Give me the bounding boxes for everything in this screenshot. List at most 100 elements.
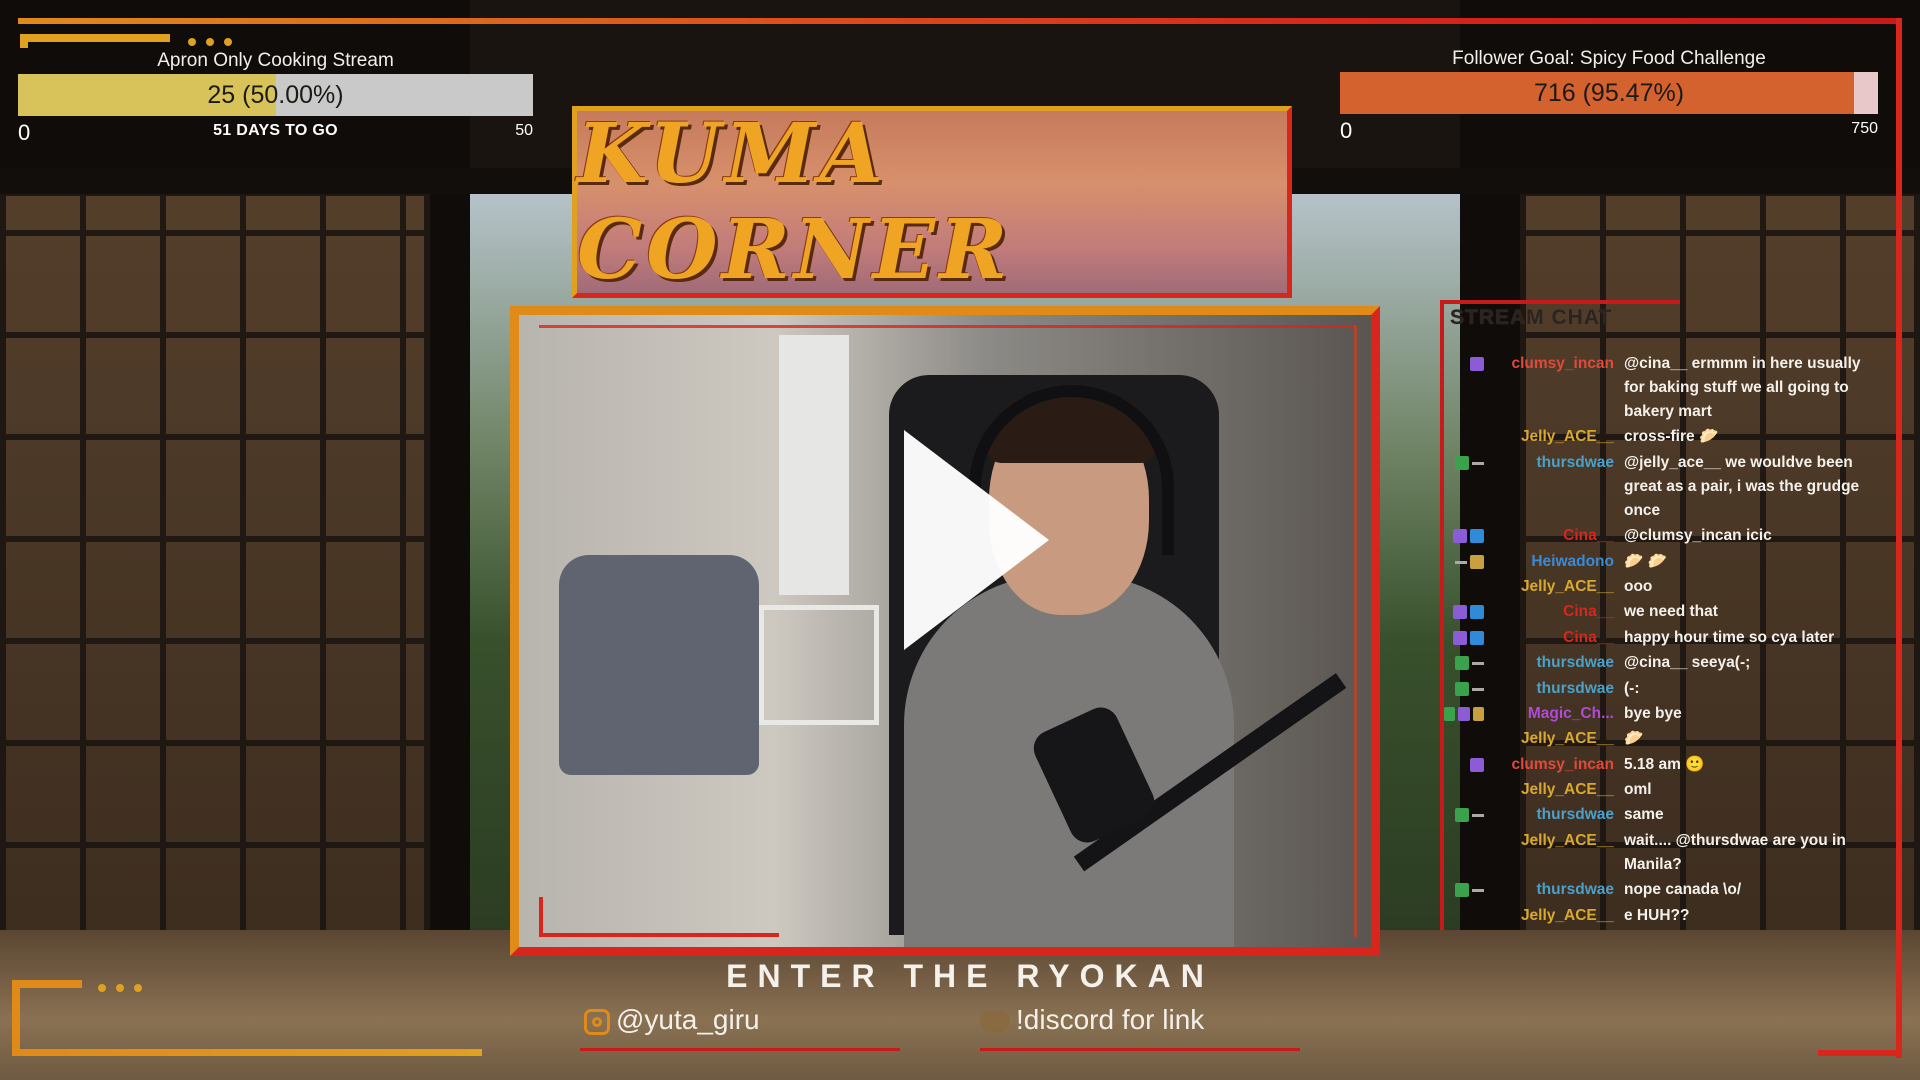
- chat-badges: [1444, 626, 1484, 645]
- underline: [980, 1048, 1300, 1051]
- dash-badge-icon: [1455, 560, 1467, 564]
- left-wall: [0, 0, 470, 1080]
- goal-progress-bar: 25 (50.00%): [18, 74, 533, 116]
- chat-message: thursdwae nope canada \o/: [1444, 878, 1864, 902]
- chat-username[interactable]: Jelly_ACE__: [1484, 575, 1614, 599]
- goal-widget-right: Follower Goal: Spicy Food Challenge 716 …: [1340, 48, 1878, 143]
- chat-text: @cina__ seeya(-;: [1624, 654, 1751, 672]
- discord-link[interactable]: !discord for link: [980, 1004, 1204, 1036]
- chat-username[interactable]: Jelly_ACE__: [1484, 829, 1614, 853]
- chat-text: nope canada \o/: [1624, 881, 1742, 899]
- chat-username[interactable]: Jelly_ACE__: [1484, 727, 1614, 751]
- chat-username[interactable]: thursdwae: [1484, 677, 1614, 701]
- chat-badges: [1444, 702, 1484, 721]
- goal-title: Follower Goal: Spicy Food Challenge: [1452, 48, 1766, 69]
- goal-title: Apron Only Cooking Stream: [157, 50, 394, 71]
- chat-username[interactable]: thursdwae: [1484, 451, 1614, 475]
- chat-message: clumsy_incan @cina__ ermmm in here usuall…: [1444, 352, 1864, 424]
- side-table: [759, 605, 879, 725]
- instagram-handle: @yuta_giru: [616, 1004, 760, 1035]
- chat-username[interactable]: Jelly_ACE__: [1484, 425, 1614, 449]
- chat-username[interactable]: thursdwae: [1484, 651, 1614, 675]
- chat-message: thursdwae same: [1444, 803, 1864, 827]
- chat-message: Cina__ @clumsy_incan icic: [1444, 524, 1864, 548]
- cam-inner-corner-line: [539, 933, 779, 937]
- purple-badge-icon: [1453, 630, 1467, 645]
- dash-badge-icon: [1472, 687, 1484, 691]
- armchair: [559, 555, 759, 775]
- chat-badges: [1444, 651, 1484, 671]
- instagram-link[interactable]: @yuta_giru: [584, 1004, 760, 1036]
- cam-inner-frame-side: [1354, 325, 1357, 937]
- dash-badge-icon: [1472, 662, 1484, 666]
- chat-badges: [1444, 904, 1484, 909]
- channel-title: KUMA CORNER: [577, 106, 1012, 298]
- chat-message: Cina__ happy hour time so cya later: [1444, 626, 1864, 650]
- discord-icon: [980, 1010, 1010, 1033]
- chat-username[interactable]: Cina__: [1484, 600, 1614, 624]
- chat-username[interactable]: thursdwae: [1484, 878, 1614, 902]
- goal-progress-text: 716 (95.47%): [1533, 78, 1685, 107]
- chat-badges: [1444, 352, 1484, 371]
- chat-badges: [1444, 829, 1484, 834]
- green-badge-icon: [1455, 681, 1469, 696]
- blue-badge-icon: [1470, 529, 1484, 544]
- chat-username[interactable]: thursdwae: [1484, 803, 1614, 827]
- chat-badges: [1444, 753, 1484, 772]
- chat-username[interactable]: Cina__: [1484, 524, 1614, 548]
- chat-badges: [1444, 878, 1484, 898]
- chat-username[interactable]: Jelly_ACE__: [1484, 778, 1614, 802]
- green-badge-icon: [1455, 808, 1469, 823]
- webcam-feed[interactable]: [510, 306, 1380, 956]
- discord-command: !discord for link: [1016, 1004, 1205, 1035]
- goal-scale: 0 51 DAYS TO GO 50: [18, 116, 533, 145]
- chat-username[interactable]: Cina__: [1484, 626, 1614, 650]
- chat-message: Jelly_ACE__ oml: [1444, 778, 1864, 802]
- gold-badge-icon: [1470, 554, 1484, 569]
- purple-badge-icon: [1458, 706, 1470, 721]
- chat-badges: [1444, 803, 1484, 823]
- chat-username[interactable]: Jelly_ACE__: [1484, 904, 1614, 928]
- tagline: ENTER THE RYOKAN: [726, 958, 1214, 994]
- chat-message: thursdwae (-:: [1444, 677, 1864, 701]
- chat-message: Jelly_ACE__ e HUH??: [1444, 904, 1864, 928]
- corner-accent-top-left-vertical: [20, 34, 28, 48]
- chat-message: Jelly_ACE__ ooo: [1444, 575, 1864, 599]
- blue-badge-icon: [1470, 605, 1484, 620]
- chat-badges: [1444, 677, 1484, 696]
- frame-bottom-right-border: [1818, 1050, 1898, 1056]
- chat-text: cross-fire 🥟: [1624, 428, 1719, 446]
- blue-badge-icon: [1470, 630, 1484, 645]
- chat-message: thursdwae @cina__ seeya(-;: [1444, 651, 1864, 675]
- chat-username[interactable]: Heiwadono: [1484, 550, 1614, 574]
- goal-min-label: 0: [1340, 118, 1353, 143]
- left-shoji-screen: [0, 190, 430, 950]
- chat-username[interactable]: Magic_Ch...: [1484, 702, 1614, 726]
- chat-text: bye bye: [1624, 704, 1682, 722]
- chat-text: (-:: [1624, 679, 1640, 697]
- goal-widget-left: Apron Only Cooking Stream 25 (50.00%) 0 …: [18, 50, 533, 145]
- chat-text: 🥟: [1624, 730, 1644, 748]
- chat-badges: [1444, 778, 1484, 783]
- corner-accent-top-left: [20, 34, 170, 42]
- chat-badges: [1444, 727, 1484, 732]
- chat-header: STREAM CHAT: [1440, 300, 1680, 930]
- decorative-dots: [188, 38, 232, 46]
- chat-text: 🥟 🥟: [1624, 552, 1667, 570]
- chat-message: Jelly_ACE__ cross-fire 🥟: [1444, 425, 1864, 449]
- chat-message: Jelly_ACE__ wait.... @thursdwae are you i…: [1444, 829, 1864, 877]
- dash-badge-icon: [1472, 814, 1484, 818]
- green-badge-icon: [1455, 656, 1469, 671]
- channel-banner: KUMA CORNER: [572, 106, 1292, 298]
- play-icon[interactable]: [904, 430, 1049, 650]
- chat-message: Cina__ we need that: [1444, 600, 1864, 624]
- frame-bottom-border: [12, 1049, 482, 1056]
- goal-days-remaining: 51 DAYS TO GO: [213, 122, 338, 139]
- purple-badge-icon: [1453, 529, 1467, 544]
- dash-badge-icon: [1472, 889, 1484, 893]
- chat-message-list: clumsy_incan @cina__ ermmm in here usuall…: [1444, 352, 1864, 929]
- chat-username[interactable]: clumsy_incan: [1484, 352, 1614, 376]
- goal-scale: 0 750: [1340, 114, 1878, 143]
- chat-username[interactable]: clumsy_incan: [1484, 753, 1614, 777]
- frame-top-border: [18, 18, 1900, 24]
